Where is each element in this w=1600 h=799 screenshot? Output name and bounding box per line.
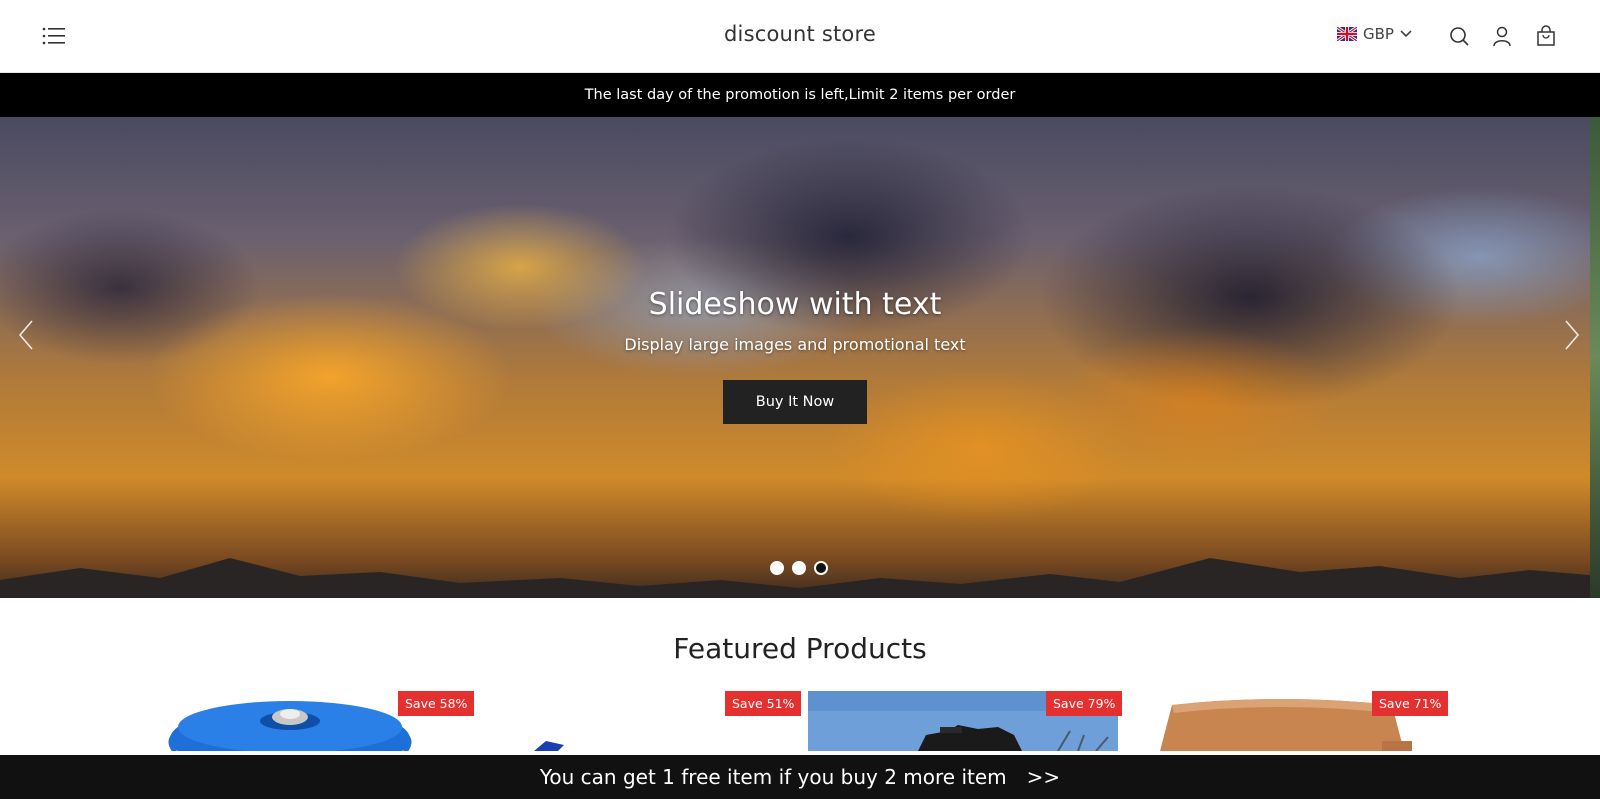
slide-dot-3[interactable]: [814, 561, 828, 575]
site-header: discount store GBP: [0, 0, 1600, 73]
featured-products-heading: Featured Products: [673, 632, 927, 665]
currency-label: GBP: [1363, 25, 1394, 43]
currency-selector[interactable]: GBP: [1337, 25, 1412, 43]
slide-dot-1[interactable]: [770, 561, 784, 575]
flag-gb-icon: [1337, 27, 1357, 41]
announcement-bar: The last day of the promotion is left,Li…: [0, 73, 1600, 117]
slide-title: Slideshow with text: [648, 287, 942, 322]
chevron-down-icon: [1400, 30, 1412, 38]
account-icon[interactable]: [1491, 25, 1513, 47]
slide-subtitle: Display large images and promotional tex…: [624, 335, 966, 354]
save-badge-3: Save 79%: [1046, 691, 1123, 716]
free-item-promo-bar[interactable]: You can get 1 free item if you buy 2 mor…: [0, 755, 1600, 799]
slide-dot-2[interactable]: [792, 561, 806, 575]
save-badge-2: Save 51%: [725, 691, 802, 716]
announcement-text: The last day of the promotion is left,Li…: [584, 87, 1016, 103]
next-slide-peek: [1590, 117, 1600, 598]
save-badge-1: Save 58%: [398, 691, 475, 716]
search-icon[interactable]: [1448, 25, 1470, 47]
hero-slideshow: Slideshow with text Display large images…: [0, 117, 1600, 598]
store-title-link[interactable]: discount store: [724, 22, 876, 46]
promo-bar-text: You can get 1 free item if you buy 2 mor…: [539, 765, 1007, 789]
save-badge-4: Save 71%: [1372, 691, 1449, 716]
slide-dots: [770, 561, 828, 575]
promo-bar-arrow: >>: [1026, 765, 1061, 789]
cart-icon[interactable]: [1535, 25, 1557, 47]
buy-it-now-button[interactable]: Buy It Now: [723, 380, 867, 424]
